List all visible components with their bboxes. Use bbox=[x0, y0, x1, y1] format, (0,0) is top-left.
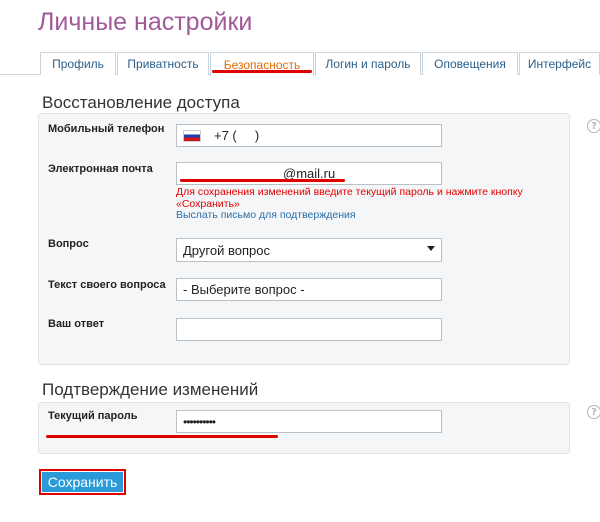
section-title-access-recovery: Восстановление доступа bbox=[42, 93, 240, 112]
phone-label: Мобильный телефон bbox=[48, 123, 165, 135]
chevron-down-icon bbox=[427, 246, 435, 251]
question-selected-value: Другой вопрос bbox=[183, 242, 270, 258]
current-password-label: Текущий пароль bbox=[48, 410, 138, 422]
help-icon-password[interactable]: ? bbox=[587, 405, 600, 419]
tab-profile[interactable]: Профиль bbox=[40, 52, 116, 75]
current-password-input[interactable]: •••••••••• bbox=[176, 410, 442, 433]
email-save-warning: Для сохранения изменений введите текущий… bbox=[176, 186, 523, 210]
custom-question-input[interactable]: - Выберите вопрос - bbox=[176, 278, 442, 301]
email-highlight-underline bbox=[180, 179, 345, 182]
save-button[interactable]: Сохранить bbox=[42, 472, 123, 492]
email-label: Электронная почта bbox=[48, 163, 153, 175]
current-password-value: •••••••••• bbox=[183, 414, 216, 429]
password-highlight-underline bbox=[46, 435, 278, 438]
tab-interface[interactable]: Интерфейс bbox=[519, 52, 600, 75]
tab-login-password[interactable]: Логин и пароль bbox=[315, 52, 421, 75]
answer-label: Ваш ответ bbox=[48, 318, 105, 330]
tab-privacy[interactable]: Приватность bbox=[117, 52, 209, 75]
tab-notifications[interactable]: Оповещения bbox=[422, 52, 518, 75]
question-select[interactable]: Другой вопрос bbox=[176, 238, 442, 262]
answer-input[interactable] bbox=[176, 318, 442, 341]
custom-question-value: - Выберите вопрос - bbox=[183, 282, 305, 297]
help-icon[interactable]: ? bbox=[587, 119, 600, 133]
question-label: Вопрос bbox=[48, 238, 89, 250]
active-tab-highlight bbox=[212, 70, 312, 73]
section-title-confirm-changes: Подтверждение изменений bbox=[42, 380, 259, 399]
phone-value: +7 ( ) bbox=[214, 128, 260, 143]
page-title: Личные настройки bbox=[38, 8, 253, 36]
russia-flag-icon bbox=[183, 129, 201, 142]
save-button-highlight: Сохранить bbox=[39, 469, 126, 495]
send-confirmation-link[interactable]: Выслать письмо для подтверждения bbox=[176, 209, 356, 221]
phone-input[interactable]: +7 ( ) bbox=[176, 124, 442, 147]
custom-question-label: Текст своего вопроса bbox=[48, 279, 166, 291]
